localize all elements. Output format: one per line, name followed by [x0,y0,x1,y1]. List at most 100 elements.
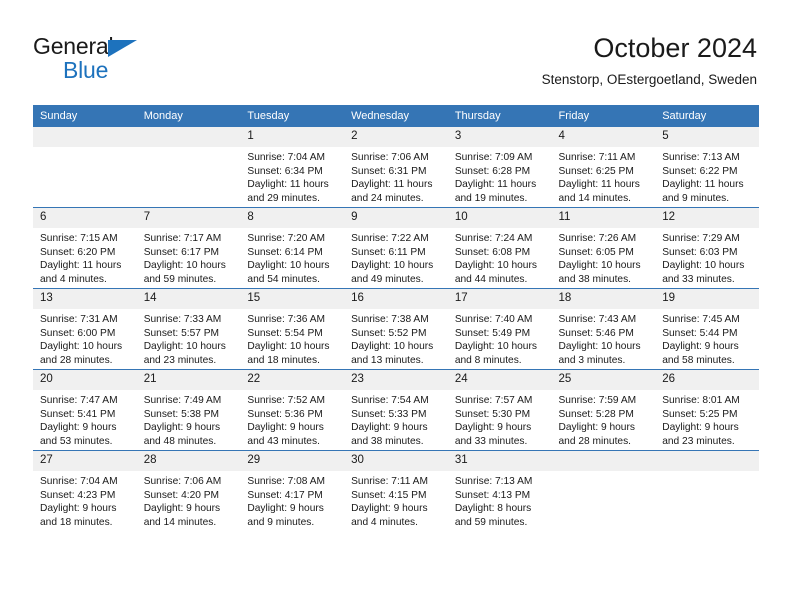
day-cell[interactable]: 14 Sunrise: 7:33 AM Sunset: 5:57 PM Dayligh… [136,288,241,370]
day-number: 23 [344,370,448,390]
daylight-line-2: and 14 minutes. [558,192,632,204]
day-cell[interactable]: 4 Sunrise: 7:11 AM Sunset: 6:25 PM Daylight… [551,127,656,208]
daylight-line-2: and 43 minutes. [247,435,320,447]
daylight-line-2: and 44 minutes. [454,273,528,285]
daylight-line-1: Daylight: 9 hours [40,422,117,434]
day-cell[interactable]: 12 Sunrise: 7:29 AM Sunset: 6:03 PM Dayligh… [655,207,759,289]
day-cell[interactable]: 1 Sunrise: 7:04 AM Sunset: 6:34 PM Daylight… [240,127,345,208]
day-cell[interactable]: 22 Sunrise: 7:52 AM Sunset: 5:36 PM Dayligh… [240,369,345,451]
day-cell-empty [136,127,241,208]
day-number: 19 [655,289,759,309]
day-cell[interactable]: 31 Sunrise: 7:13 AM Sunset: 4:13 PM Dayligh… [447,450,552,531]
day-cell[interactable]: 2 Sunrise: 7:06 AM Sunset: 6:31 PM Daylight… [344,127,448,208]
brand-triangle-icon [108,40,137,57]
daylight-line-2: and 33 minutes. [454,435,528,447]
day-number: 2 [344,127,448,147]
day-number [551,451,656,471]
day-number: 21 [136,370,241,390]
daylight-line-2: and 24 minutes. [351,192,424,204]
calendar-grid: Sunday Monday Tuesday Wednesday Thursday Frid… [33,105,759,531]
day-cell[interactable]: 17 Sunrise: 7:40 AM Sunset: 5:49 PM Dayligh… [447,288,552,370]
daylight-line-2: and 18 minutes. [40,516,113,528]
day-details: Sunrise: 7:24 AM Sunset: 6:08 PM Daylight:… [448,228,552,286]
sunrise-time: Sunrise: 7:57 AM [454,395,533,406]
sunset-time: Sunset: 5:38 PM [143,408,220,420]
day-cell-empty [33,127,137,208]
sunrise-time: Sunrise: 7:43 AM [558,314,637,325]
day-cell[interactable]: 26 Sunrise: 8:01 AM Sunset: 5:25 PM Dayligh… [655,369,759,451]
day-cell[interactable]: 25 Sunrise: 7:59 AM Sunset: 5:28 PM Dayligh… [551,369,656,451]
weekday-header-thursday: Thursday [447,105,552,127]
daylight-line-1: Daylight: 11 hours [40,260,122,272]
sunset-time: Sunset: 6:17 PM [143,246,220,258]
daylight-line-1: Daylight: 9 hours [247,503,324,515]
brand-name-blue: Blue [63,57,109,83]
day-cell[interactable]: 29 Sunrise: 7:08 AM Sunset: 4:17 PM Dayligh… [240,450,345,531]
day-number: 6 [33,208,137,228]
sunrise-time: Sunrise: 7:06 AM [351,152,429,163]
day-cell[interactable]: 20 Sunrise: 7:47 AM Sunset: 5:41 PM Dayligh… [33,369,137,451]
calendar-week-row: 20 Sunrise: 7:47 AM Sunset: 5:41 PM Dayligh… [33,369,759,451]
sunrise-time: Sunrise: 7:29 AM [662,233,740,244]
day-cell-empty [551,450,656,531]
sunrise-time: Sunrise: 7:52 AM [247,395,325,406]
daylight-line-1: Daylight: 9 hours [662,422,739,434]
day-cell[interactable]: 18 Sunrise: 7:43 AM Sunset: 5:46 PM Dayligh… [551,288,656,370]
sunrise-time: Sunrise: 7:49 AM [143,395,222,406]
sunrise-time: Sunrise: 7:24 AM [454,233,533,244]
day-number: 5 [655,127,759,147]
weekday-headers: Sunday Monday Tuesday Wednesday Thursday Frid… [33,105,759,127]
day-number: 8 [240,208,345,228]
day-cell[interactable]: 13 Sunrise: 7:31 AM Sunset: 6:00 PM Dayligh… [33,288,137,370]
daylight-line-2: and 9 minutes. [662,192,730,204]
day-number: 11 [551,208,656,228]
day-details: Sunrise: 7:45 AM Sunset: 5:44 PM Daylight:… [655,309,759,367]
day-cell[interactable]: 11 Sunrise: 7:26 AM Sunset: 6:05 PM Dayligh… [551,207,656,289]
day-cell[interactable]: 6 Sunrise: 7:15 AM Sunset: 6:20 PM Daylight… [33,207,137,289]
day-cell[interactable]: 10 Sunrise: 7:24 AM Sunset: 6:08 PM Dayligh… [447,207,552,289]
day-cell[interactable]: 28 Sunrise: 7:06 AM Sunset: 4:20 PM Dayligh… [136,450,241,531]
weekday-header-monday: Monday [136,105,241,127]
day-cell[interactable]: 19 Sunrise: 7:45 AM Sunset: 5:44 PM Dayligh… [655,288,759,370]
day-details: Sunrise: 7:52 AM Sunset: 5:36 PM Daylight:… [240,390,344,448]
daylight-line-1: Daylight: 9 hours [351,422,428,434]
day-cell[interactable]: 9 Sunrise: 7:22 AM Sunset: 6:11 PM Daylight… [344,207,448,289]
day-cell[interactable]: 16 Sunrise: 7:38 AM Sunset: 5:52 PM Dayligh… [344,288,448,370]
sunset-time: Sunset: 4:20 PM [143,489,220,501]
sunset-time: Sunset: 6:31 PM [351,165,427,177]
calendar-body: 1 Sunrise: 7:04 AM Sunset: 6:34 PM Daylight… [33,127,759,531]
sunset-time: Sunset: 6:14 PM [247,246,323,258]
sunset-time: Sunset: 5:49 PM [454,327,531,339]
day-number: 3 [447,127,552,147]
day-cell[interactable]: 3 Sunrise: 7:09 AM Sunset: 6:28 PM Daylight… [447,127,552,208]
daylight-line-1: Daylight: 10 hours [40,341,123,353]
sunrise-time: Sunrise: 7:45 AM [662,314,740,325]
daylight-line-1: Daylight: 10 hours [662,260,745,272]
day-cell[interactable]: 23 Sunrise: 7:54 AM Sunset: 5:33 PM Dayligh… [344,369,448,451]
day-cell[interactable]: 27 Sunrise: 7:04 AM Sunset: 4:23 PM Dayligh… [33,450,137,531]
daylight-line-1: Daylight: 10 hours [351,341,434,353]
weekday-header-tuesday: Tuesday [240,105,345,127]
daylight-line-1: Daylight: 9 hours [143,422,221,434]
day-details: Sunrise: 7:08 AM Sunset: 4:17 PM Daylight:… [240,471,344,529]
day-cell[interactable]: 21 Sunrise: 7:49 AM Sunset: 5:38 PM Dayligh… [136,369,241,451]
day-cell[interactable]: 15 Sunrise: 7:36 AM Sunset: 5:54 PM Dayligh… [240,288,345,370]
day-number: 17 [447,289,552,309]
sunrise-time: Sunrise: 8:01 AM [662,395,740,406]
day-cell[interactable]: 24 Sunrise: 7:57 AM Sunset: 5:30 PM Dayligh… [447,369,552,451]
sunset-time: Sunset: 6:00 PM [40,327,116,339]
day-number: 1 [240,127,345,147]
day-cell[interactable]: 30 Sunrise: 7:11 AM Sunset: 4:15 PM Dayligh… [344,450,448,531]
sunset-time: Sunset: 6:11 PM [351,246,426,258]
sunrise-time: Sunrise: 7:11 AM [558,152,636,163]
day-cell[interactable]: 8 Sunrise: 7:20 AM Sunset: 6:14 PM Daylight… [240,207,345,289]
daylight-line-1: Daylight: 9 hours [558,422,635,434]
day-cell[interactable]: 5 Sunrise: 7:13 AM Sunset: 6:22 PM Daylight… [655,127,759,208]
day-cell[interactable]: 7 Sunrise: 7:17 AM Sunset: 6:17 PM Daylight… [136,207,241,289]
sunrise-time: Sunrise: 7:31 AM [40,314,118,325]
daylight-line-1: Daylight: 10 hours [454,260,537,272]
page-header: General Blue October 2024 Stenstorp, OEs… [0,0,792,104]
day-number: 22 [240,370,345,390]
day-details: Sunrise: 7:29 AM Sunset: 6:03 PM Daylight:… [655,228,759,286]
sunrise-time: Sunrise: 7:04 AM [40,476,118,487]
